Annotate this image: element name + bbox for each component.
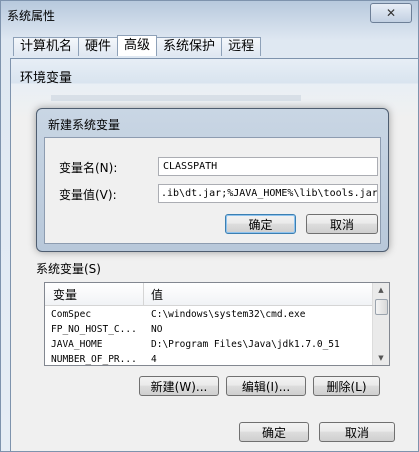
tab-hardware[interactable]: 硬件 xyxy=(78,37,119,56)
new-system-variable-dialog: 新建系统变量 变量名(N): CLASSPATH 变量值(V): .ib\dt.… xyxy=(36,108,389,252)
table-row[interactable]: JAVA_HOME D:\Program Files\Java\jdk1.7.0… xyxy=(45,338,373,353)
table-row[interactable]: ComSpec C:\windows\system32\cmd.exe xyxy=(45,308,373,323)
variable-name-label: 变量名(N): xyxy=(59,161,118,175)
scroll-up-icon[interactable]: ▲ xyxy=(373,283,389,297)
row-name: ComSpec xyxy=(51,309,92,320)
variable-value-text: .ib\dt.jar;%JAVA_HOME%\lib\tools.jar xyxy=(161,188,378,199)
variable-value-label: 变量值(V): xyxy=(59,188,117,202)
tab-system-protection[interactable]: 系统保护 xyxy=(156,37,223,56)
row-name: FP_NO_HOST_C... xyxy=(51,324,137,335)
dialog-ok-button[interactable]: 确定 xyxy=(225,214,296,234)
delete-variable-button[interactable]: 删除(L) xyxy=(313,376,380,396)
list-header: 变量 值 xyxy=(45,283,373,306)
column-header-name[interactable]: 变量 xyxy=(53,286,77,303)
variable-value-input[interactable]: .ib\dt.jar;%JAVA_HOME%\lib\tools.jar xyxy=(158,184,378,203)
variable-name-text: CLASSPATH xyxy=(163,161,218,172)
cancel-button[interactable]: 取消 xyxy=(319,422,395,442)
row-value: 4 xyxy=(151,354,157,365)
tab-remote[interactable]: 远程 xyxy=(221,37,262,56)
row-name: JAVA_HOME xyxy=(51,339,103,350)
system-variables-label: 系统变量(S) xyxy=(36,262,101,276)
ok-button[interactable]: 确定 xyxy=(239,422,309,442)
tab-advanced[interactable]: 高级 xyxy=(117,35,158,56)
dialog-cancel-button[interactable]: 取消 xyxy=(306,214,378,234)
row-value: D:\Program Files\Java\jdk1.7.0_51 xyxy=(151,339,340,350)
row-name: NUMBER_OF_PR... xyxy=(51,354,137,365)
scroll-thumb[interactable] xyxy=(375,299,388,315)
environment-variables-title: 环境变量 xyxy=(20,71,73,86)
row-value: NO xyxy=(151,324,163,335)
system-variables-list[interactable]: 变量 值 ComSpec C:\windows\system32\cmd.exe… xyxy=(44,282,390,366)
row-value: C:\windows\system32\cmd.exe xyxy=(151,309,306,320)
close-icon[interactable]: ✕ xyxy=(370,3,412,23)
table-row[interactable]: NUMBER_OF_PR... 4 xyxy=(45,353,373,365)
dialog-body: 变量名(N): CLASSPATH 变量值(V): .ib\dt.jar;%JA… xyxy=(44,137,381,244)
scroll-down-icon[interactable]: ▼ xyxy=(373,351,389,365)
edit-variable-button[interactable]: 编辑(I)... xyxy=(226,376,306,396)
blurred-text xyxy=(51,95,301,101)
table-row[interactable]: FP_NO_HOST_C... NO xyxy=(45,323,373,338)
new-system-variable-title: 新建系统变量 xyxy=(48,118,121,132)
tab-computer-name[interactable]: 计算机名 xyxy=(13,37,80,56)
tab-strip: 计算机名 硬件 高级 系统保护 远程 xyxy=(13,35,262,57)
variable-name-input[interactable]: CLASSPATH xyxy=(158,157,378,176)
column-divider[interactable] xyxy=(143,283,144,305)
new-variable-button[interactable]: 新建(W)... xyxy=(139,376,219,396)
system-properties-title: 系统属性 xyxy=(7,9,56,23)
column-header-value[interactable]: 值 xyxy=(151,286,163,303)
vertical-scrollbar[interactable]: ▲ ▼ xyxy=(372,283,389,365)
